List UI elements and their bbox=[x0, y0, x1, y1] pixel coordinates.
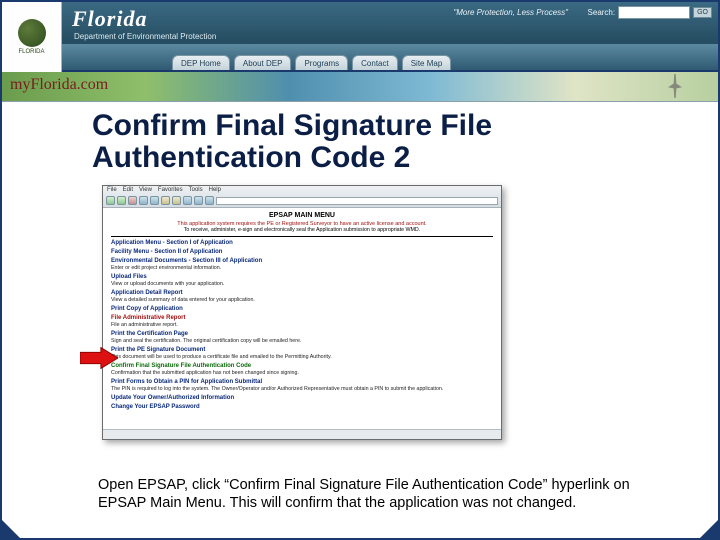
nav-tab[interactable]: DEP Home bbox=[172, 55, 230, 70]
nav-tab[interactable]: Site Map bbox=[402, 55, 452, 70]
home-icon[interactable] bbox=[150, 196, 159, 205]
mail-icon[interactable] bbox=[194, 196, 203, 205]
menu-item[interactable]: File bbox=[107, 187, 117, 194]
address-bar[interactable] bbox=[216, 197, 498, 205]
epsap-sections: Application Menu - Section I of Applicat… bbox=[111, 240, 493, 410]
nav-tab[interactable]: Programs bbox=[295, 55, 348, 70]
epsap-page-title: EPSAP MAIN MENU bbox=[111, 212, 493, 219]
crane-icon bbox=[668, 74, 682, 98]
go-button[interactable]: GO bbox=[693, 7, 712, 18]
epsap-link[interactable]: Update Your Owner/Authorized Information bbox=[111, 395, 493, 401]
forward-icon[interactable] bbox=[117, 196, 126, 205]
menu-item[interactable]: Help bbox=[209, 187, 221, 194]
refresh-icon[interactable] bbox=[139, 196, 148, 205]
epsap-link-desc: File an administrative report. bbox=[111, 322, 493, 328]
menu-item[interactable]: View bbox=[139, 187, 152, 194]
nav-tab[interactable]: About DEP bbox=[234, 55, 292, 70]
state-seal: FLORIDA bbox=[2, 2, 62, 72]
epsap-link[interactable]: Upload Files bbox=[111, 274, 493, 280]
stop-icon[interactable] bbox=[128, 196, 137, 205]
epsap-link-desc: View a detailed summary of data entered … bbox=[111, 297, 493, 303]
myflorida-logo: myFlorida.com bbox=[10, 76, 108, 94]
banner-main: Florida Department of Environmental Prot… bbox=[62, 2, 718, 70]
slide-frame: FLORIDA Florida Department of Environmen… bbox=[0, 0, 720, 540]
favorites-icon[interactable] bbox=[172, 196, 181, 205]
corner-ornament-icon bbox=[2, 520, 20, 538]
epsap-link-desc: Sign and seal the certification. The ori… bbox=[111, 338, 493, 344]
seal-icon bbox=[18, 19, 46, 47]
browser-toolbar bbox=[103, 195, 501, 207]
epsap-page: EPSAP MAIN MENU This application system … bbox=[103, 208, 501, 414]
search-area: Search: GO bbox=[588, 6, 712, 19]
epsap-link-desc: View or upload documents with your appli… bbox=[111, 281, 493, 287]
browser-statusbar bbox=[103, 429, 501, 439]
dept-subtitle: Department of Environmental Protection bbox=[62, 32, 718, 41]
epsap-notice: To receive, administer, e-sign and elect… bbox=[111, 227, 493, 233]
slide-caption: Open EPSAP, click “Confirm Final Signatu… bbox=[98, 476, 678, 512]
corner-ornament-icon bbox=[700, 520, 718, 538]
nav-tab[interactable]: Contact bbox=[352, 55, 398, 70]
browser-menubar: File Edit View Favorites Tools Help bbox=[103, 186, 501, 195]
seal-label: FLORIDA bbox=[18, 49, 44, 55]
search-input[interactable] bbox=[618, 6, 690, 19]
epsap-link[interactable]: File Administrative Report bbox=[111, 315, 493, 321]
epsap-link[interactable]: Print Forms to Obtain a PIN for Applicat… bbox=[111, 379, 493, 385]
epsap-link[interactable]: Confirm Final Signature File Authenticat… bbox=[111, 363, 493, 369]
epsap-link[interactable]: Application Menu - Section I of Applicat… bbox=[111, 240, 493, 246]
divider bbox=[111, 236, 493, 237]
epsap-screenshot: File Edit View Favorites Tools Help bbox=[102, 185, 502, 440]
dep-banner: FLORIDA Florida Department of Environmen… bbox=[2, 2, 718, 72]
epsap-link-desc: This document will be used to produce a … bbox=[111, 354, 493, 360]
epsap-link[interactable]: Print Copy of Application bbox=[111, 306, 493, 312]
menu-item[interactable]: Tools bbox=[189, 187, 203, 194]
callout-arrow-icon bbox=[80, 347, 118, 369]
epsap-link-desc: The PIN is required to log into the syst… bbox=[111, 386, 493, 392]
history-icon[interactable] bbox=[183, 196, 192, 205]
epsap-link[interactable]: Print the Certification Page bbox=[111, 331, 493, 337]
epsap-link[interactable]: Change Your EPSAP Password bbox=[111, 404, 493, 410]
tagline: "More Protection, Less Process" bbox=[453, 8, 568, 17]
menu-item[interactable]: Edit bbox=[123, 187, 133, 194]
epsap-link-desc: Confirmation that the submitted applicat… bbox=[111, 370, 493, 376]
slide-content: Confirm Final Signature File Authenticat… bbox=[2, 102, 718, 450]
browser-chrome: File Edit View Favorites Tools Help bbox=[103, 186, 501, 208]
search-label: Search: bbox=[588, 8, 616, 17]
epsap-link-desc: Enter or edit project environmental info… bbox=[111, 265, 493, 271]
print-icon[interactable] bbox=[205, 196, 214, 205]
slide-title: Confirm Final Signature File Authenticat… bbox=[92, 110, 686, 175]
nav-tabs: DEP Home About DEP Programs Contact Site… bbox=[62, 44, 718, 70]
scenic-strip bbox=[2, 72, 718, 102]
search-icon[interactable] bbox=[161, 196, 170, 205]
epsap-link[interactable]: Environmental Documents - Section III of… bbox=[111, 258, 493, 264]
epsap-link[interactable]: Print the PE Signature Document bbox=[111, 347, 493, 353]
menu-item[interactable]: Favorites bbox=[158, 187, 183, 194]
epsap-link[interactable]: Facility Menu - Section II of Applicatio… bbox=[111, 249, 493, 255]
back-icon[interactable] bbox=[106, 196, 115, 205]
epsap-link[interactable]: Application Detail Report bbox=[111, 290, 493, 296]
